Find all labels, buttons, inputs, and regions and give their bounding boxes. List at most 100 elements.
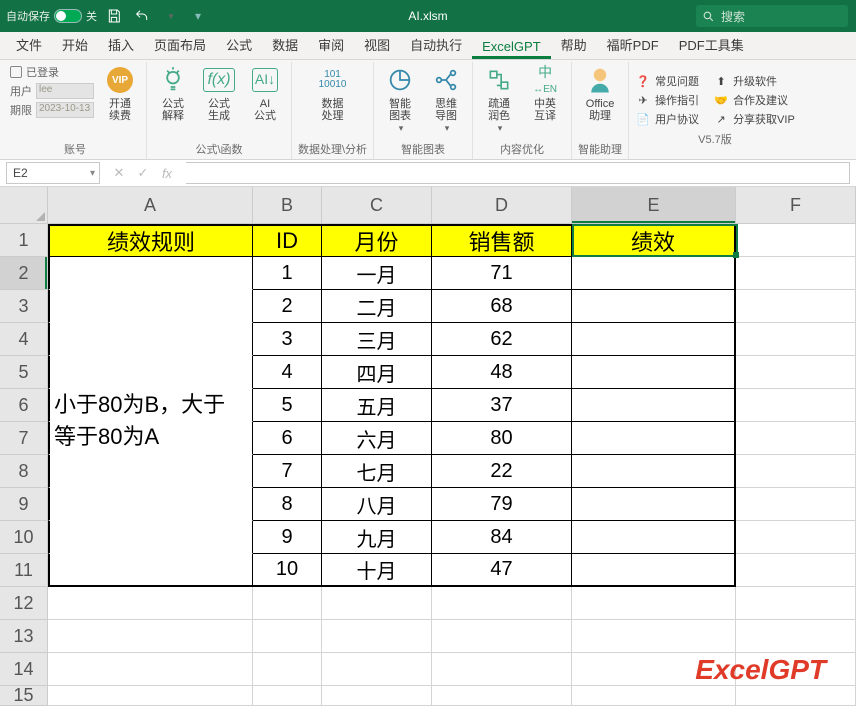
row-header[interactable]: 15	[0, 686, 48, 706]
cell[interactable]: 71	[432, 257, 572, 290]
col-header-B[interactable]: B	[253, 187, 322, 224]
tab-excelgpt[interactable]: ExcelGPT	[472, 34, 551, 59]
cell[interactable]	[48, 587, 253, 620]
cell[interactable]	[572, 389, 736, 422]
cell[interactable]	[572, 356, 736, 389]
row-header[interactable]: 3	[0, 290, 48, 323]
formula-gen-button[interactable]: f(x)公式 生成	[199, 64, 239, 122]
cell[interactable]: 七月	[322, 455, 432, 488]
row-header[interactable]: 1	[0, 224, 48, 257]
guide-link[interactable]: ✈操作指引	[635, 94, 699, 110]
formula-explain-button[interactable]: 公式 解释	[153, 64, 193, 122]
cell[interactable]: 68	[432, 290, 572, 323]
cell[interactable]	[572, 521, 736, 554]
office-assist-button[interactable]: Office 助理	[580, 64, 620, 122]
cell[interactable]	[432, 653, 572, 686]
user-field[interactable]: lee	[36, 83, 94, 99]
cell[interactable]: 10	[253, 554, 322, 587]
cell[interactable]: 绩效规则	[48, 224, 253, 257]
cell[interactable]: 二月	[322, 290, 432, 323]
autosave-toggle[interactable]: 自动保存 关	[6, 8, 97, 24]
share-link[interactable]: ↗分享获取VIP	[713, 113, 795, 129]
cell[interactable]: 7	[253, 455, 322, 488]
cell[interactable]: 月份	[322, 224, 432, 257]
row-header[interactable]: 7	[0, 422, 48, 455]
cell[interactable]: 十月	[322, 554, 432, 587]
cell[interactable]	[48, 686, 253, 706]
smart-chart-button[interactable]: 智能 图表	[380, 64, 420, 134]
cell[interactable]: 9	[253, 521, 322, 554]
tab-help[interactable]: 帮助	[551, 30, 597, 59]
ai-formula-button[interactable]: AI↓AI 公式	[245, 64, 285, 122]
vip-button[interactable]: VIP开通 续费	[100, 64, 140, 122]
col-header-C[interactable]: C	[322, 187, 432, 224]
cell[interactable]: 4	[253, 356, 322, 389]
cell[interactable]	[736, 389, 856, 422]
data-process-button[interactable]: 10110010数据 处理	[313, 64, 353, 122]
cell[interactable]	[572, 554, 736, 587]
cell[interactable]	[736, 422, 856, 455]
upgrade-link[interactable]: ⬆升级软件	[713, 75, 777, 91]
tab-pdftools[interactable]: PDF工具集	[669, 30, 754, 59]
cell[interactable]: 四月	[322, 356, 432, 389]
cell[interactable]: 一月	[322, 257, 432, 290]
cell[interactable]: 五月	[322, 389, 432, 422]
cell[interactable]: 6	[253, 422, 322, 455]
formula-bar[interactable]	[186, 162, 850, 184]
cell[interactable]	[736, 257, 856, 290]
qat-customize-icon[interactable]: ▾	[187, 5, 209, 27]
mindmap-button[interactable]: 思维 导图	[426, 64, 466, 134]
undo-icon[interactable]	[131, 5, 153, 27]
cell[interactable]	[572, 686, 736, 706]
cell[interactable]: 37	[432, 389, 572, 422]
col-header-E[interactable]: E	[572, 187, 736, 224]
cell[interactable]	[736, 356, 856, 389]
cell[interactable]	[253, 686, 322, 706]
row-header[interactable]: 14	[0, 653, 48, 686]
tab-foxit[interactable]: 福昕PDF	[597, 30, 669, 59]
name-box[interactable]: E2	[6, 162, 100, 184]
cell[interactable]	[736, 587, 856, 620]
cancel-formula-icon[interactable]: ✕	[110, 165, 128, 181]
tab-formula[interactable]: 公式	[216, 30, 262, 59]
cell[interactable]	[736, 488, 856, 521]
cell[interactable]	[322, 686, 432, 706]
row-header[interactable]: 11	[0, 554, 48, 587]
rule-text-cell[interactable]: 小于80为B，大于等于80为A	[50, 257, 251, 585]
polish-button[interactable]: 疏通 润色	[479, 64, 519, 134]
tab-review[interactable]: 审阅	[308, 30, 354, 59]
row-header[interactable]: 8	[0, 455, 48, 488]
date-field[interactable]: 2023-10-13	[36, 102, 94, 118]
cell[interactable]: 5	[253, 389, 322, 422]
tab-file[interactable]: 文件	[6, 30, 52, 59]
cell[interactable]	[572, 587, 736, 620]
row-header[interactable]: 4	[0, 323, 48, 356]
cell[interactable]: 2	[253, 290, 322, 323]
cell[interactable]: 8	[253, 488, 322, 521]
cell[interactable]: 绩效	[572, 224, 736, 257]
cell[interactable]: 84	[432, 521, 572, 554]
cell[interactable]: 79	[432, 488, 572, 521]
cell[interactable]	[572, 257, 736, 290]
cell[interactable]	[736, 620, 856, 653]
tab-layout[interactable]: 页面布局	[144, 30, 216, 59]
cell[interactable]: 62	[432, 323, 572, 356]
row-header[interactable]: 9	[0, 488, 48, 521]
cell[interactable]: 六月	[322, 422, 432, 455]
cell[interactable]	[572, 488, 736, 521]
fx-icon[interactable]: fx	[158, 166, 176, 181]
tab-view[interactable]: 视图	[354, 30, 400, 59]
cell[interactable]	[736, 686, 856, 706]
cell[interactable]	[322, 653, 432, 686]
translate-button[interactable]: 中↔EN中英 互译	[525, 64, 565, 122]
col-header-D[interactable]: D	[432, 187, 572, 224]
cell[interactable]	[572, 620, 736, 653]
cell[interactable]: 48	[432, 356, 572, 389]
cell[interactable]: 47	[432, 554, 572, 587]
faq-link[interactable]: ❓常见问题	[635, 75, 699, 91]
accept-formula-icon[interactable]: ✓	[134, 165, 152, 181]
cell[interactable]: 1	[253, 257, 322, 290]
row-header[interactable]: 13	[0, 620, 48, 653]
cell[interactable]	[572, 323, 736, 356]
select-all-corner[interactable]	[0, 187, 48, 224]
